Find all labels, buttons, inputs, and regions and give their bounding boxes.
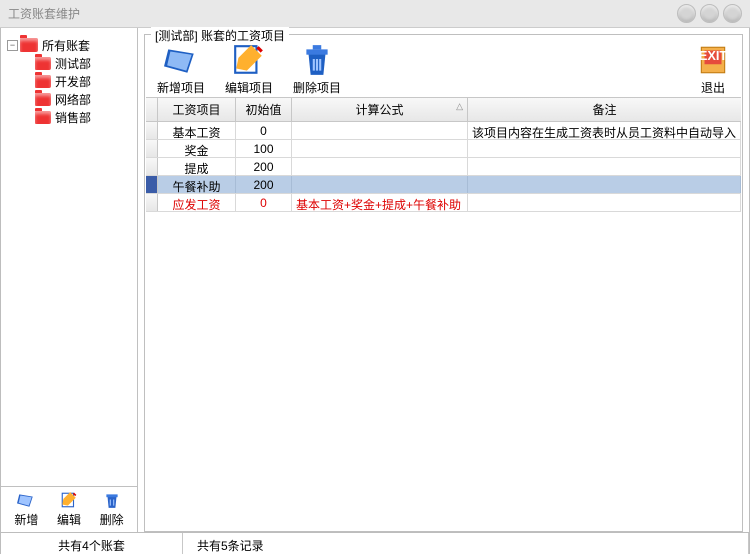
row-header xyxy=(146,122,158,139)
edit-button[interactable]: 编辑 xyxy=(51,489,87,530)
col-header-formula[interactable]: 计算公式 xyxy=(292,98,468,121)
left-toolbar: 新增 编辑 删除 xyxy=(1,486,137,532)
group-title: [测试部] 账套的工资项目 xyxy=(151,27,289,44)
tree-item[interactable]: 销售部 xyxy=(7,108,131,126)
svg-text:EXIT: EXIT xyxy=(699,48,728,63)
tree-item-label: 销售部 xyxy=(55,109,91,126)
edit-item-label: 编辑项目 xyxy=(225,79,273,96)
delete-icon xyxy=(103,491,121,509)
folder-icon xyxy=(35,111,51,124)
add-icon xyxy=(17,491,35,509)
delete-item-button[interactable]: 删除项目 xyxy=(293,43,341,96)
row-header xyxy=(146,176,158,193)
cell-init: 200 xyxy=(236,176,292,193)
table-row[interactable]: 奖金100 xyxy=(146,140,741,158)
maximize-button[interactable] xyxy=(700,4,719,23)
cell-name: 提成 xyxy=(158,158,236,175)
cell-name: 基本工资 xyxy=(158,122,236,139)
status-right: 共有5条记录 xyxy=(183,533,749,554)
col-header-note[interactable]: 备注 xyxy=(468,98,741,121)
cell-note xyxy=(468,194,741,211)
tree-item[interactable]: 测试部 xyxy=(7,54,131,72)
folder-icon xyxy=(35,93,51,106)
folder-icon xyxy=(35,57,51,70)
tree-root-label: 所有账套 xyxy=(42,37,90,54)
exit-button[interactable]: EXIT 退出 xyxy=(696,43,730,96)
tree-item-label: 测试部 xyxy=(55,55,91,72)
cell-init: 100 xyxy=(236,140,292,157)
cell-name: 应发工资 xyxy=(158,194,236,211)
tree-item[interactable]: 网络部 xyxy=(7,90,131,108)
row-header xyxy=(146,140,158,157)
status-left: 共有4个账套 xyxy=(1,533,183,554)
right-panel: [测试部] 账套的工资项目 新增项目 编辑项目 xyxy=(138,28,749,532)
cell-formula xyxy=(292,140,468,157)
edit-icon xyxy=(60,491,78,509)
delete-label: 删除 xyxy=(100,511,124,528)
cell-formula xyxy=(292,158,468,175)
cell-init: 0 xyxy=(236,122,292,139)
group-box: [测试部] 账套的工资项目 新增项目 编辑项目 xyxy=(144,34,743,532)
cell-note xyxy=(468,176,741,193)
table-header: 工资项目 初始值 计算公式 备注 xyxy=(146,98,741,122)
folder-icon xyxy=(20,38,38,52)
cell-formula xyxy=(292,122,468,139)
close-button[interactable] xyxy=(723,4,742,23)
top-toolbar: 新增项目 编辑项目 删除项目 EXIT xyxy=(145,35,742,97)
cell-init: 200 xyxy=(236,158,292,175)
row-header-corner xyxy=(146,98,158,121)
delete-item-icon xyxy=(300,43,334,77)
table-row[interactable]: 应发工资0基本工资+奖金+提成+午餐补助 xyxy=(146,194,741,212)
add-label: 新增 xyxy=(14,511,38,528)
row-header xyxy=(146,158,158,175)
add-item-icon xyxy=(164,43,198,77)
titlebar: 工资账套维护 xyxy=(0,0,750,28)
tree: − 所有账套 测试部开发部网络部销售部 xyxy=(1,28,137,486)
edit-item-icon xyxy=(232,43,266,77)
status-bar: 共有4个账套 共有5条记录 xyxy=(0,533,750,554)
cell-note xyxy=(468,158,741,175)
edit-item-button[interactable]: 编辑项目 xyxy=(225,43,273,96)
edit-label: 编辑 xyxy=(57,511,81,528)
add-item-button[interactable]: 新增项目 xyxy=(157,43,205,96)
window-title: 工资账套维护 xyxy=(8,5,677,22)
exit-label: 退出 xyxy=(701,79,725,96)
exit-icon: EXIT xyxy=(696,43,730,77)
folder-icon xyxy=(35,75,51,88)
tree-root[interactable]: − 所有账套 xyxy=(7,36,131,54)
tree-item[interactable]: 开发部 xyxy=(7,72,131,90)
tree-item-label: 网络部 xyxy=(55,91,91,108)
minimize-button[interactable] xyxy=(677,4,696,23)
cell-formula xyxy=(292,176,468,193)
row-header xyxy=(146,194,158,211)
table: 工资项目 初始值 计算公式 备注 基本工资0该项目内容在生成工资表时从员工资料中… xyxy=(146,97,741,531)
tree-item-label: 开发部 xyxy=(55,73,91,90)
expander-icon[interactable]: − xyxy=(7,40,18,51)
table-row[interactable]: 午餐补助200 xyxy=(146,176,741,194)
table-row[interactable]: 提成200 xyxy=(146,158,741,176)
cell-formula: 基本工资+奖金+提成+午餐补助 xyxy=(292,194,468,211)
table-row[interactable]: 基本工资0 该项目内容在生成工资表时从员工资料中自动导入 xyxy=(146,122,741,140)
left-panel: − 所有账套 测试部开发部网络部销售部 新增 编辑 xyxy=(1,28,138,532)
window-controls xyxy=(677,4,742,23)
add-item-label: 新增项目 xyxy=(157,79,205,96)
cell-init: 0 xyxy=(236,194,292,211)
col-header-init[interactable]: 初始值 xyxy=(236,98,292,121)
add-button[interactable]: 新增 xyxy=(8,489,44,530)
cell-name: 午餐补助 xyxy=(158,176,236,193)
cell-note xyxy=(468,140,741,157)
cell-name: 奖金 xyxy=(158,140,236,157)
cell-note: 该项目内容在生成工资表时从员工资料中自动导入 xyxy=(468,122,741,139)
delete-button[interactable]: 删除 xyxy=(94,489,130,530)
col-header-name[interactable]: 工资项目 xyxy=(158,98,236,121)
delete-item-label: 删除项目 xyxy=(293,79,341,96)
